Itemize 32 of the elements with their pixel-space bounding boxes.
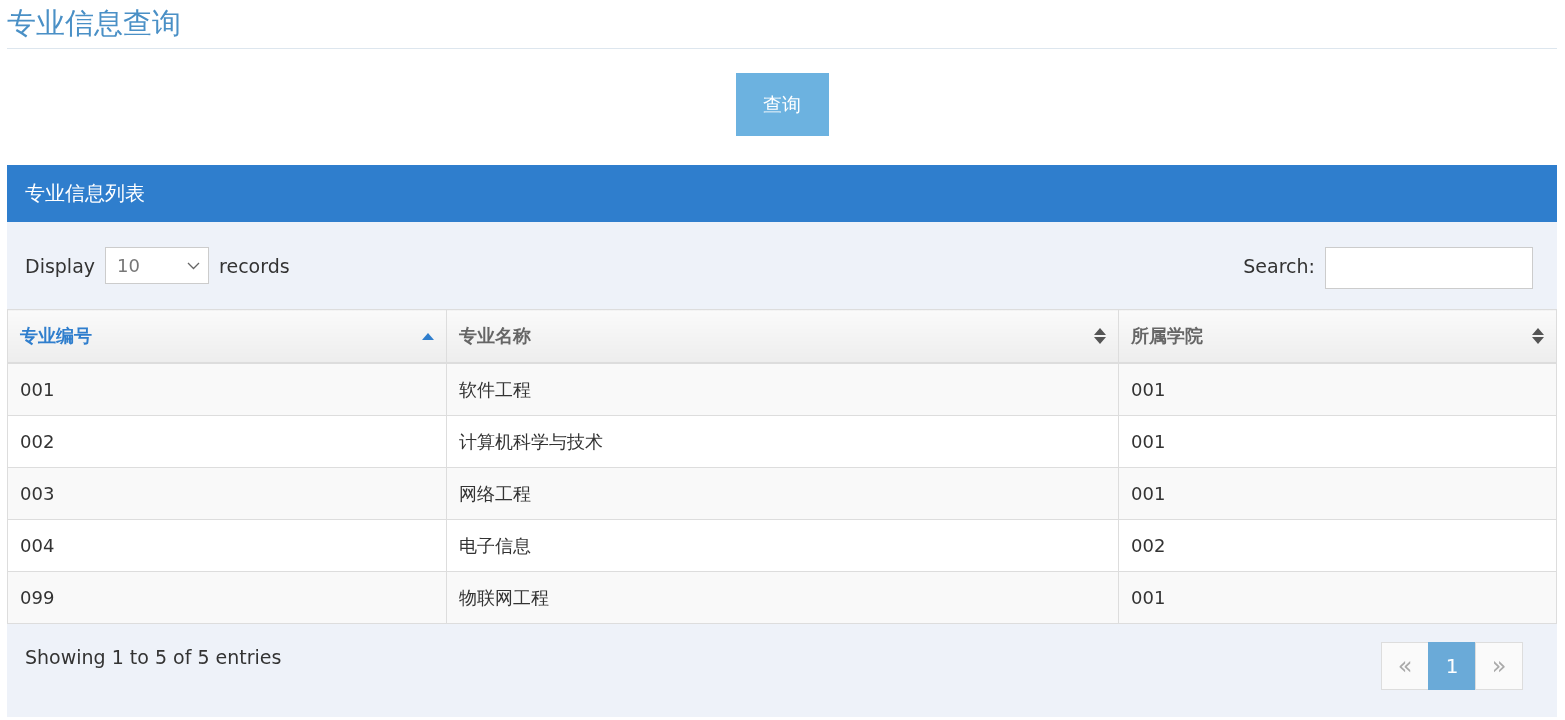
records-label: records <box>219 254 290 277</box>
display-label: Display <box>25 254 96 277</box>
chevron-down-icon <box>187 261 201 270</box>
column-header[interactable]: 所属学院 <box>1118 309 1557 363</box>
panel-title: 专业信息列表 <box>25 180 145 207</box>
table-cell: 001 <box>1118 571 1557 624</box>
search-field[interactable] <box>1325 246 1533 289</box>
page-title: 专业信息查询 <box>7 6 181 40</box>
table-cell: 001 <box>1118 415 1557 468</box>
table-cell: 软件工程 <box>446 363 1119 416</box>
table-cell: 网络工程 <box>446 467 1119 520</box>
table-cell: 002 <box>1118 519 1557 572</box>
column-header[interactable]: 专业编号 <box>7 309 447 363</box>
table-cell: 001 <box>7 363 447 416</box>
table-cell: 004 <box>7 519 447 572</box>
search-label: Search: <box>1243 254 1315 277</box>
query-button[interactable]: 查询 <box>735 73 829 136</box>
table-cell: 003 <box>7 467 447 520</box>
table-cell: 001 <box>1118 467 1557 520</box>
column-header[interactable]: 专业名称 <box>446 309 1119 363</box>
table-info: Showing 1 to 5 of 5 entries <box>25 646 282 668</box>
table-cell: 002 <box>7 415 447 468</box>
sort-icon <box>1094 328 1106 344</box>
table-cell: 099 <box>7 571 447 624</box>
table-cell: 物联网工程 <box>446 571 1119 624</box>
table-cell: 001 <box>1118 363 1557 416</box>
sort-ascending-icon <box>422 332 434 340</box>
page-button[interactable]: 1 <box>1428 642 1476 690</box>
sort-icon <box>1532 328 1544 344</box>
page-size-select[interactable]: 10 <box>105 247 210 284</box>
table-cell: 计算机科学与技术 <box>446 415 1119 468</box>
table-cell: 电子信息 <box>446 519 1119 572</box>
